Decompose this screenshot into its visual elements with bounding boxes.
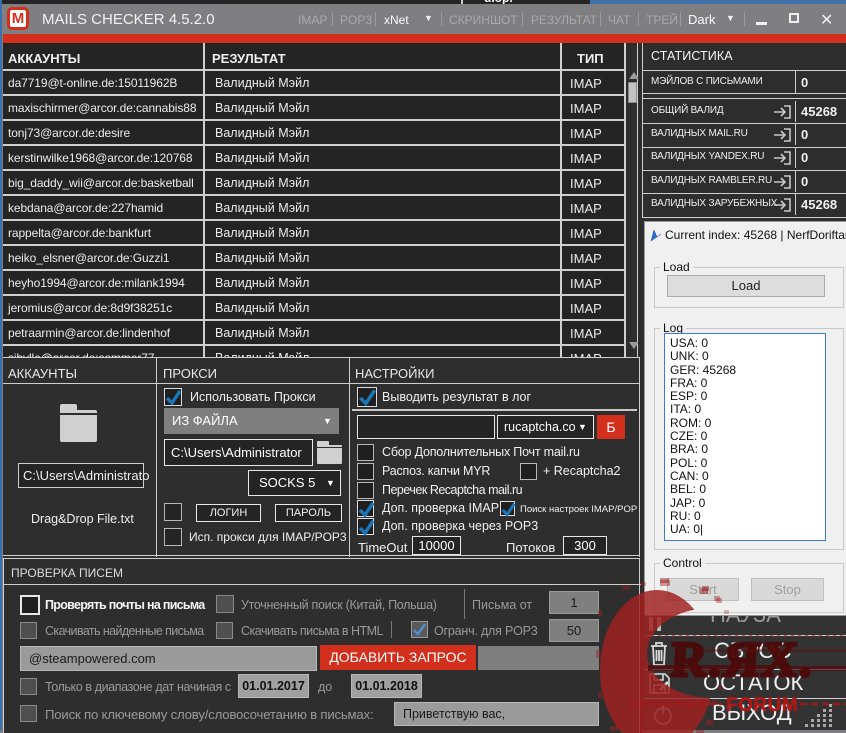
svg-text:FORUM: FORUM — [726, 695, 798, 716]
svg-text:R.ЯX.: R.ЯX. — [669, 631, 816, 687]
